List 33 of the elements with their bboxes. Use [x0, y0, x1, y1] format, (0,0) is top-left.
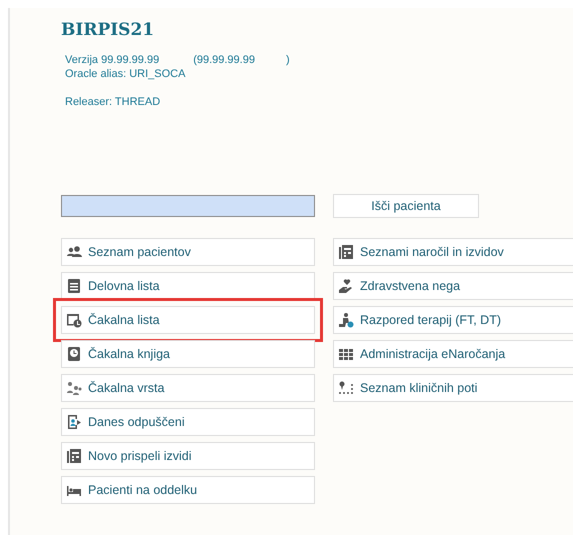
people-icon [66, 380, 82, 396]
menu-button[interactable]: Novo prispeli izvidi [61, 442, 315, 470]
person-icon [338, 312, 354, 328]
app-title: BIRPIS21 [61, 20, 154, 40]
menu-button[interactable]: Čakalna knjiga [61, 340, 315, 368]
version-label: Verzija 99.99.99.99 [65, 53, 160, 67]
oracle-alias: Oracle alias: URI_SOCA [65, 67, 186, 81]
menu-button[interactable]: Čakalna lista [61, 306, 315, 334]
menu-button[interactable]: Seznami naročil in izvidov [333, 238, 573, 266]
people-icon [66, 244, 82, 260]
list-icon [66, 278, 82, 294]
menu-button[interactable]: Čakalna vrsta [61, 374, 315, 402]
menu-button[interactable]: Razpored terapij (FT, DT) [333, 306, 573, 334]
route-icon [338, 380, 354, 396]
person-arrow-icon [66, 414, 82, 430]
menu-button[interactable]: Danes odpuščeni [61, 408, 315, 436]
search-field[interactable] [61, 195, 315, 217]
search-button[interactable]: Išči pacienta [333, 194, 479, 218]
document-icon [66, 448, 82, 464]
calendar-clock-icon [66, 312, 82, 328]
version-build: (99.99.99.99 [193, 53, 255, 67]
version-close: ) [286, 53, 290, 67]
clock-book-icon [66, 346, 82, 362]
heart-hand-icon [338, 278, 354, 294]
menu-button[interactable]: Zdravstvena nega [333, 272, 573, 300]
document-icon [338, 244, 354, 260]
grid-icon [338, 346, 354, 362]
menu-button[interactable]: Administracija eNaročanja [333, 340, 573, 368]
menu-button[interactable]: Seznam pacientov [61, 238, 315, 266]
menu-button[interactable]: Seznam kliničnih poti [333, 374, 573, 402]
menu-button[interactable]: Pacienti na oddelku [61, 476, 315, 504]
releaser-label: Releaser: THREAD [65, 95, 160, 109]
menu-button[interactable]: Delovna lista [61, 272, 315, 300]
